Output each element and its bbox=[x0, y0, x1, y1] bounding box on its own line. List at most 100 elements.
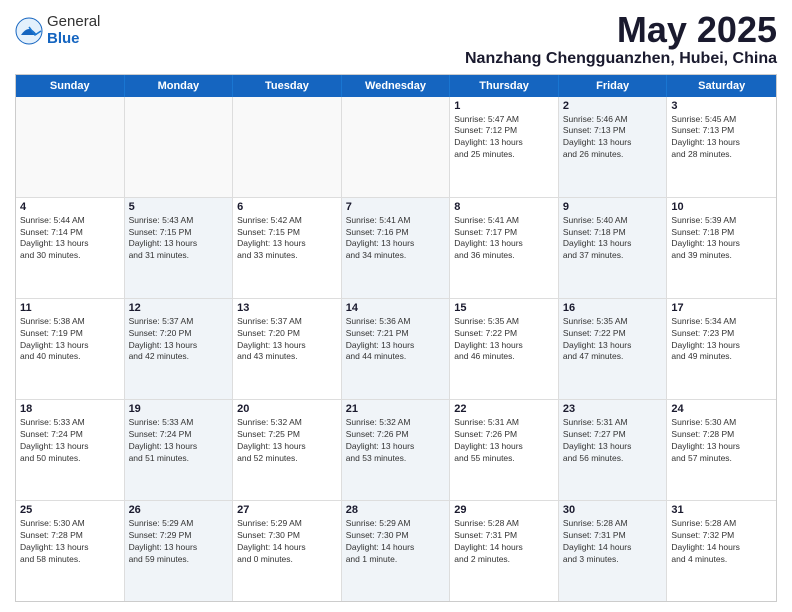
day-info: Sunrise: 5:42 AM Sunset: 7:15 PM Dayligh… bbox=[237, 215, 337, 263]
day-info: Sunrise: 5:30 AM Sunset: 7:28 PM Dayligh… bbox=[20, 518, 120, 566]
logo: General Blue bbox=[15, 14, 100, 47]
day-cell-31: 31Sunrise: 5:28 AM Sunset: 7:32 PM Dayli… bbox=[667, 501, 776, 601]
day-info: Sunrise: 5:41 AM Sunset: 7:16 PM Dayligh… bbox=[346, 215, 446, 263]
day-number: 27 bbox=[237, 504, 337, 516]
day-number: 4 bbox=[20, 201, 120, 213]
logo-general-label: General bbox=[47, 14, 100, 31]
day-info: Sunrise: 5:39 AM Sunset: 7:18 PM Dayligh… bbox=[671, 215, 772, 263]
day-info: Sunrise: 5:43 AM Sunset: 7:15 PM Dayligh… bbox=[129, 215, 229, 263]
day-info: Sunrise: 5:29 AM Sunset: 7:29 PM Dayligh… bbox=[129, 518, 229, 566]
day-number: 23 bbox=[563, 403, 663, 415]
day-cell-19: 19Sunrise: 5:33 AM Sunset: 7:24 PM Dayli… bbox=[125, 400, 234, 500]
day-number: 21 bbox=[346, 403, 446, 415]
day-info: Sunrise: 5:40 AM Sunset: 7:18 PM Dayligh… bbox=[563, 215, 663, 263]
day-info: Sunrise: 5:28 AM Sunset: 7:31 PM Dayligh… bbox=[563, 518, 663, 566]
day-cell-6: 6 Sunrise: 5:42 AM Sunset: 7:15 PM Daylig… bbox=[233, 198, 342, 298]
day-number: 1 bbox=[454, 100, 554, 112]
day-number: 11 bbox=[20, 302, 120, 314]
day-info: Sunrise: 5:35 AM Sunset: 7:22 PM Dayligh… bbox=[454, 316, 554, 364]
day-info: Sunrise: 5:31 AM Sunset: 7:27 PM Dayligh… bbox=[563, 417, 663, 465]
empty-cell-0-1 bbox=[125, 97, 234, 197]
day-cell-9: 9 Sunrise: 5:40 AM Sunset: 7:18 PM Daylig… bbox=[559, 198, 668, 298]
day-number: 9 bbox=[563, 201, 663, 213]
day-number: 18 bbox=[20, 403, 120, 415]
day-cell-13: 13 Sunrise: 5:37 AM Sunset: 7:20 PM Dayli… bbox=[233, 299, 342, 399]
day-info: Sunrise: 5:36 AM Sunset: 7:21 PM Dayligh… bbox=[346, 316, 446, 364]
day-info: Sunrise: 5:29 AM Sunset: 7:30 PM Dayligh… bbox=[346, 518, 446, 566]
day-info: Sunrise: 5:37 AM Sunset: 7:20 PM Dayligh… bbox=[237, 316, 337, 364]
day-number: 29 bbox=[454, 504, 554, 516]
day-info: Sunrise: 5:46 AM Sunset: 7:13 PM Dayligh… bbox=[563, 114, 663, 162]
day-info: Sunrise: 5:32 AM Sunset: 7:26 PM Dayligh… bbox=[346, 417, 446, 465]
day-number: 6 bbox=[237, 201, 337, 213]
day-info: Sunrise: 5:44 AM Sunset: 7:14 PM Dayligh… bbox=[20, 215, 120, 263]
day-cell-21: 21 Sunrise: 5:32 AM Sunset: 7:26 PM Dayli… bbox=[342, 400, 451, 500]
empty-cell-0-0 bbox=[16, 97, 125, 197]
day-cell-15: 15Sunrise: 5:35 AM Sunset: 7:22 PM Dayli… bbox=[450, 299, 559, 399]
day-info: Sunrise: 5:28 AM Sunset: 7:31 PM Dayligh… bbox=[454, 518, 554, 566]
day-cell-29: 29 Sunrise: 5:28 AM Sunset: 7:31 PM Dayli… bbox=[450, 501, 559, 601]
day-number: 20 bbox=[237, 403, 337, 415]
calendar-row-3: 18 Sunrise: 5:33 AM Sunset: 7:24 PM Dayli… bbox=[16, 399, 776, 500]
day-number: 2 bbox=[563, 100, 663, 112]
day-number: 17 bbox=[671, 302, 772, 314]
day-cell-17: 17Sunrise: 5:34 AM Sunset: 7:23 PM Dayli… bbox=[667, 299, 776, 399]
day-cell-16: 16 Sunrise: 5:35 AM Sunset: 7:22 PM Dayli… bbox=[559, 299, 668, 399]
weekday-header-sunday: Sunday bbox=[16, 75, 125, 97]
day-info: Sunrise: 5:28 AM Sunset: 7:32 PM Dayligh… bbox=[671, 518, 772, 566]
day-cell-26: 26Sunrise: 5:29 AM Sunset: 7:29 PM Dayli… bbox=[125, 501, 234, 601]
day-cell-28: 28 Sunrise: 5:29 AM Sunset: 7:30 PM Dayli… bbox=[342, 501, 451, 601]
month-title: May 2025 bbox=[465, 10, 777, 50]
day-cell-20: 20 Sunrise: 5:32 AM Sunset: 7:25 PM Dayli… bbox=[233, 400, 342, 500]
day-number: 8 bbox=[454, 201, 554, 213]
weekday-header-wednesday: Wednesday bbox=[342, 75, 451, 97]
day-cell-25: 25Sunrise: 5:30 AM Sunset: 7:28 PM Dayli… bbox=[16, 501, 125, 601]
day-number: 14 bbox=[346, 302, 446, 314]
day-number: 22 bbox=[454, 403, 554, 415]
day-info: Sunrise: 5:30 AM Sunset: 7:28 PM Dayligh… bbox=[671, 417, 772, 465]
day-cell-10: 10 Sunrise: 5:39 AM Sunset: 7:18 PM Dayli… bbox=[667, 198, 776, 298]
calendar-row-2: 11Sunrise: 5:38 AM Sunset: 7:19 PM Dayli… bbox=[16, 298, 776, 399]
day-number: 5 bbox=[129, 201, 229, 213]
logo-text: General Blue bbox=[47, 14, 100, 47]
day-info: Sunrise: 5:45 AM Sunset: 7:13 PM Dayligh… bbox=[671, 114, 772, 162]
header-right: May 2025 Nanzhang Chengguanzhen, Hubei, … bbox=[465, 10, 777, 68]
day-number: 16 bbox=[563, 302, 663, 314]
logo-icon bbox=[15, 17, 43, 45]
day-cell-1: 1 Sunrise: 5:47 AM Sunset: 7:12 PM Daylig… bbox=[450, 97, 559, 197]
day-cell-18: 18 Sunrise: 5:33 AM Sunset: 7:24 PM Dayli… bbox=[16, 400, 125, 500]
day-cell-8: 8Sunrise: 5:41 AM Sunset: 7:17 PM Daylig… bbox=[450, 198, 559, 298]
day-cell-12: 12Sunrise: 5:37 AM Sunset: 7:20 PM Dayli… bbox=[125, 299, 234, 399]
calendar-row-1: 4 Sunrise: 5:44 AM Sunset: 7:14 PM Daylig… bbox=[16, 197, 776, 298]
day-cell-7: 7 Sunrise: 5:41 AM Sunset: 7:16 PM Daylig… bbox=[342, 198, 451, 298]
day-info: Sunrise: 5:33 AM Sunset: 7:24 PM Dayligh… bbox=[129, 417, 229, 465]
calendar-row-4: 25Sunrise: 5:30 AM Sunset: 7:28 PM Dayli… bbox=[16, 500, 776, 601]
empty-cell-0-2 bbox=[233, 97, 342, 197]
weekday-header-friday: Friday bbox=[559, 75, 668, 97]
day-cell-3: 3 Sunrise: 5:45 AM Sunset: 7:13 PM Daylig… bbox=[667, 97, 776, 197]
day-info: Sunrise: 5:32 AM Sunset: 7:25 PM Dayligh… bbox=[237, 417, 337, 465]
day-number: 28 bbox=[346, 504, 446, 516]
day-info: Sunrise: 5:31 AM Sunset: 7:26 PM Dayligh… bbox=[454, 417, 554, 465]
day-info: Sunrise: 5:37 AM Sunset: 7:20 PM Dayligh… bbox=[129, 316, 229, 364]
logo-blue-label: Blue bbox=[47, 31, 100, 48]
calendar-body: 1 Sunrise: 5:47 AM Sunset: 7:12 PM Daylig… bbox=[16, 97, 776, 601]
location-title: Nanzhang Chengguanzhen, Hubei, China bbox=[465, 50, 777, 68]
day-info: Sunrise: 5:35 AM Sunset: 7:22 PM Dayligh… bbox=[563, 316, 663, 364]
day-number: 13 bbox=[237, 302, 337, 314]
calendar-header: SundayMondayTuesdayWednesdayThursdayFrid… bbox=[16, 75, 776, 97]
day-number: 24 bbox=[671, 403, 772, 415]
day-cell-14: 14 Sunrise: 5:36 AM Sunset: 7:21 PM Dayli… bbox=[342, 299, 451, 399]
day-info: Sunrise: 5:47 AM Sunset: 7:12 PM Dayligh… bbox=[454, 114, 554, 162]
day-cell-24: 24 Sunrise: 5:30 AM Sunset: 7:28 PM Dayli… bbox=[667, 400, 776, 500]
calendar-row-0: 1 Sunrise: 5:47 AM Sunset: 7:12 PM Daylig… bbox=[16, 97, 776, 197]
day-cell-23: 23 Sunrise: 5:31 AM Sunset: 7:27 PM Dayli… bbox=[559, 400, 668, 500]
calendar: SundayMondayTuesdayWednesdayThursdayFrid… bbox=[15, 74, 777, 602]
day-info: Sunrise: 5:33 AM Sunset: 7:24 PM Dayligh… bbox=[20, 417, 120, 465]
day-number: 3 bbox=[671, 100, 772, 112]
weekday-header-tuesday: Tuesday bbox=[233, 75, 342, 97]
day-cell-27: 27Sunrise: 5:29 AM Sunset: 7:30 PM Dayli… bbox=[233, 501, 342, 601]
day-number: 10 bbox=[671, 201, 772, 213]
day-number: 7 bbox=[346, 201, 446, 213]
empty-cell-0-3 bbox=[342, 97, 451, 197]
